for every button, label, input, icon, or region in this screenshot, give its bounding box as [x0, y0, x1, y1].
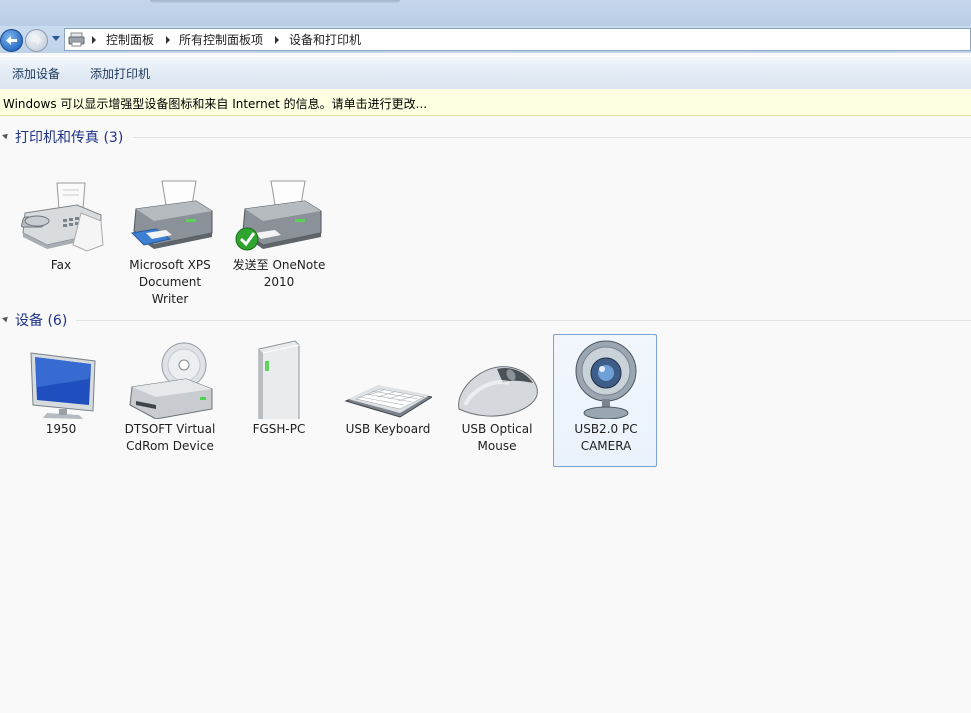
computer-tower-icon	[258, 340, 300, 419]
device-label: DTSOFT Virtual CdRom Device	[124, 422, 216, 453]
breadcrumb-separator-icon[interactable]	[92, 36, 96, 44]
command-bar: 添加设备 添加打印机	[0, 56, 971, 90]
device-item-computer[interactable]: FGSH-PC	[226, 334, 330, 467]
device-item-xps-writer[interactable]: Microsoft XPS Document Writer	[117, 170, 221, 306]
back-button[interactable]	[0, 29, 23, 52]
group-divider	[76, 320, 971, 321]
breadcrumb-separator-icon[interactable]	[275, 36, 279, 44]
device-label: 1950	[45, 422, 77, 436]
webcam-icon	[575, 340, 637, 419]
device-label: USB Optical Mouse	[461, 422, 533, 453]
printer-icon	[130, 180, 213, 249]
add-device-button[interactable]: 添加设备	[12, 65, 60, 82]
breadcrumb-control-panel[interactable]: 控制面板	[106, 32, 154, 48]
group-title-devices: 设备 (6)	[15, 313, 68, 329]
breadcrumb-devices-printers[interactable]: 设备和打印机	[289, 32, 361, 48]
arrow-left-icon	[6, 36, 17, 45]
device-label: 发送至 OneNote 2010	[232, 258, 326, 289]
forward-button[interactable]	[25, 29, 48, 52]
group-header-devices[interactable]: 设备 (6)	[0, 309, 971, 329]
device-item-webcam[interactable]: USB2.0 PC CAMERA	[553, 334, 657, 467]
arrow-right-icon	[31, 36, 42, 45]
printer-default-icon	[235, 180, 322, 251]
fax-icon	[21, 182, 104, 252]
breadcrumb-separator-icon[interactable]	[166, 36, 170, 44]
group-header-printers[interactable]: 打印机和传真 (3)	[0, 126, 971, 146]
title-bar-shade	[150, 0, 400, 3]
devices-printers-icon	[68, 32, 85, 47]
group-divider	[133, 137, 971, 138]
cdrom-drive-icon	[129, 342, 213, 419]
device-item-cdrom[interactable]: DTSOFT Virtual CdRom Device	[117, 334, 221, 467]
device-label: USB Keyboard	[345, 422, 431, 436]
device-item-mouse[interactable]: USB Optical Mouse	[444, 334, 548, 467]
keyboard-icon	[344, 385, 432, 418]
address-input[interactable]: 控制面板 所有控制面板项 设备和打印机	[64, 28, 971, 51]
device-item-fax[interactable]: Fax	[8, 170, 112, 303]
device-label: USB2.0 PC CAMERA	[574, 422, 638, 453]
add-printer-button[interactable]: 添加打印机	[90, 65, 150, 82]
mouse-icon	[458, 366, 538, 417]
info-bar[interactable]: Windows 可以显示增强型设备图标和来自 Internet 的信息。请单击进…	[0, 89, 971, 116]
recent-pages-dropdown[interactable]	[51, 34, 61, 42]
breadcrumb-all-items[interactable]: 所有控制面板项	[179, 32, 263, 48]
device-label: Microsoft XPS Document Writer	[129, 258, 211, 306]
device-label: Fax	[50, 258, 72, 272]
monitor-icon	[30, 352, 96, 419]
group-title-printers: 打印机和传真 (3)	[15, 130, 124, 146]
device-label: FGSH-PC	[252, 422, 306, 436]
address-bar-area: 控制面板 所有控制面板项 设备和打印机	[0, 26, 971, 53]
collapse-icon[interactable]	[2, 314, 10, 323]
device-item-keyboard[interactable]: USB Keyboard	[335, 334, 439, 467]
device-item-onenote[interactable]: 发送至 OneNote 2010	[226, 170, 330, 303]
collapse-icon[interactable]	[2, 131, 10, 140]
device-item-monitor[interactable]: 1950	[8, 334, 112, 467]
window-title-bar	[0, 0, 971, 26]
info-bar-text[interactable]: Windows 可以显示增强型设备图标和来自 Internet 的信息。请单击进…	[3, 95, 427, 112]
